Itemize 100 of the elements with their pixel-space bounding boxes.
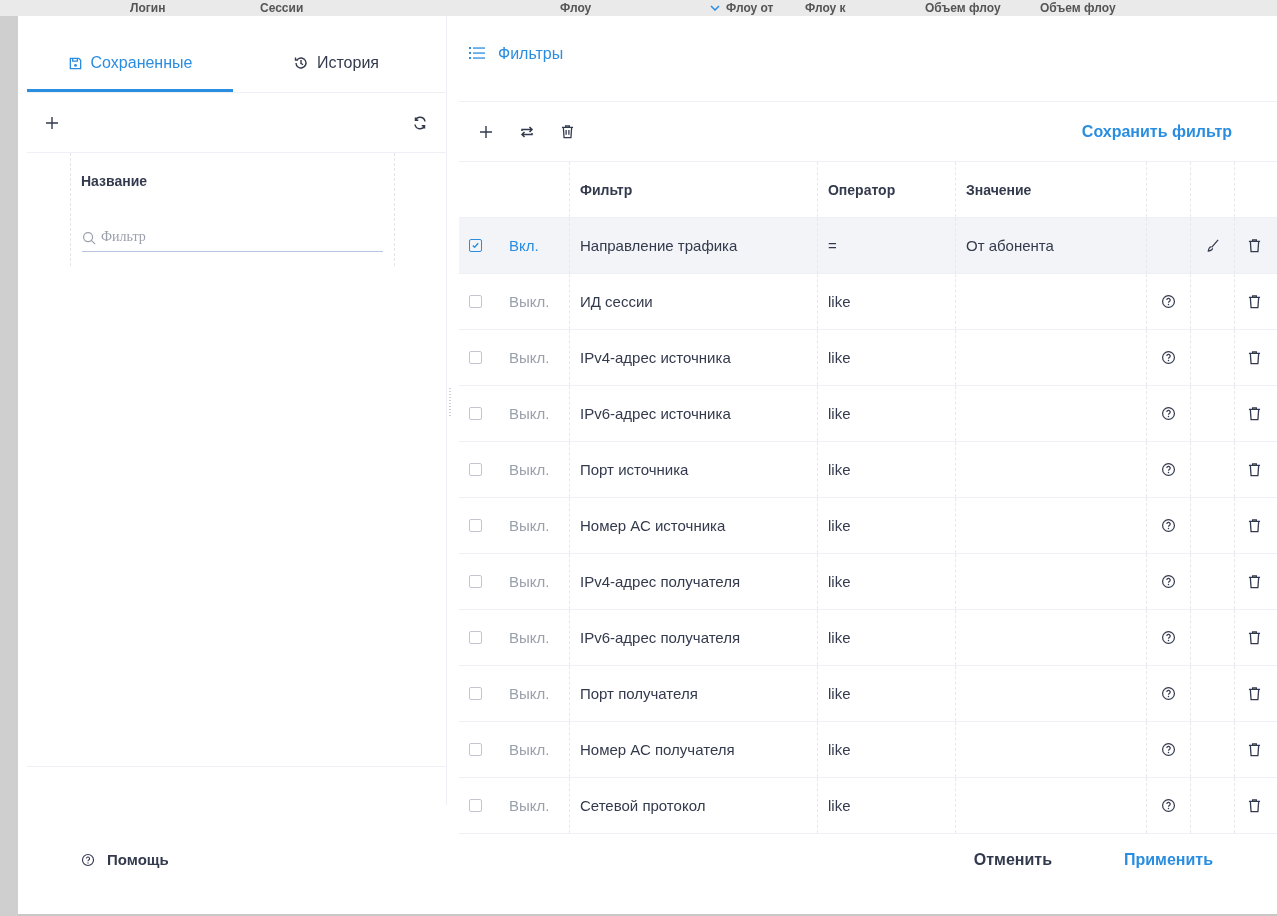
help-icon[interactable]	[1160, 798, 1176, 813]
checkbox[interactable]	[468, 631, 482, 644]
table-row[interactable]: Выкл. IPv6-адрес получателя like	[458, 610, 1277, 666]
checkbox[interactable]	[468, 519, 482, 532]
column-header: Значение	[965, 181, 1032, 198]
table-cell: like	[827, 573, 851, 590]
checkbox[interactable]	[468, 575, 482, 588]
column-header: Фильтр	[579, 181, 633, 198]
status-label: Вкл.	[508, 237, 539, 254]
tab[interactable]: История	[233, 37, 439, 92]
checkbox[interactable]	[468, 687, 482, 700]
column-header: Название	[81, 173, 148, 189]
table-cell: like	[827, 293, 851, 310]
refresh-icon[interactable]	[412, 114, 428, 131]
table-cell: Номер АС источника	[579, 517, 726, 534]
table-cell: like	[827, 517, 851, 534]
help-button[interactable]: Помощь	[81, 851, 169, 868]
chevron-icon	[710, 5, 720, 11]
save-filter-link[interactable]: Сохранить фильтр	[1081, 122, 1259, 141]
trash-icon[interactable]	[1247, 406, 1261, 421]
table-row[interactable]: Выкл. Порт получателя like	[458, 666, 1277, 722]
checkbox[interactable]	[468, 743, 482, 756]
help-icon[interactable]	[1160, 406, 1176, 421]
help-icon[interactable]	[1160, 574, 1176, 589]
table-cell: like	[827, 461, 851, 478]
trash-icon[interactable]	[1247, 742, 1261, 757]
trash-icon[interactable]	[1247, 630, 1261, 645]
table-cell: Сетевой протокол	[579, 797, 706, 814]
help-icon[interactable]	[1160, 518, 1176, 533]
column-header: Оператор	[827, 181, 896, 198]
status-label: Выкл.	[508, 461, 550, 478]
table-cell: =	[827, 237, 837, 254]
checkbox[interactable]	[468, 463, 482, 476]
table-cell: IPv6-адрес источника	[579, 405, 731, 422]
table-row[interactable]: Вкл. Направление трафика = От абонента	[458, 218, 1277, 274]
table-cell: Порт источника	[579, 461, 689, 478]
status-label: Выкл.	[508, 293, 550, 310]
trash-icon[interactable]	[1247, 238, 1261, 253]
plus-icon[interactable]	[478, 124, 493, 139]
table-cell: like	[827, 741, 851, 758]
table-row[interactable]: Выкл. IPv6-адрес источника like	[458, 386, 1277, 442]
status-label: Выкл.	[508, 797, 550, 814]
checkbox[interactable]	[468, 407, 482, 420]
column-header: Логин	[130, 1, 166, 15]
panel-title: Фильтры	[497, 46, 564, 62]
table-cell: ИД сессии	[579, 293, 653, 310]
status-label: Выкл.	[508, 405, 550, 422]
cancel-button[interactable]: Отменить	[973, 850, 1052, 869]
column-header: Флоу к	[805, 1, 846, 15]
table-cell: IPv4-адрес получателя	[579, 573, 741, 590]
trash-icon[interactable]	[1247, 518, 1261, 533]
table-cell: Порт получателя	[579, 685, 698, 702]
column-header: Объем флоу	[1040, 1, 1116, 15]
trash-icon[interactable]	[1247, 462, 1261, 477]
status-label: Выкл.	[508, 685, 550, 702]
column-header: Сессии	[260, 1, 304, 15]
column-header: Флоу	[560, 1, 592, 15]
status-label: Выкл.	[508, 741, 550, 758]
floppy-disk-icon	[67, 55, 83, 71]
help-icon[interactable]	[1160, 742, 1176, 757]
help-icon[interactable]	[1160, 350, 1176, 365]
history-icon	[292, 55, 309, 71]
table-cell: IPv6-адрес получателя	[579, 629, 741, 646]
checkmark-icon	[470, 241, 480, 250]
trash-icon[interactable]	[1247, 798, 1261, 813]
table-cell: От абонента	[965, 237, 1054, 254]
table-row[interactable]: Выкл. Номер АС получателя like	[458, 722, 1277, 778]
status-label: Выкл.	[508, 573, 550, 590]
column-header: Объем флоу	[925, 1, 1001, 15]
column-header: Флоу от	[726, 1, 774, 15]
help-icon[interactable]	[1160, 630, 1176, 645]
help-icon[interactable]	[1160, 686, 1176, 701]
trash-icon[interactable]	[1247, 350, 1261, 365]
table-cell: IPv4-адрес источника	[579, 349, 731, 366]
trash-icon[interactable]	[560, 124, 574, 139]
status-label: Выкл.	[508, 629, 550, 646]
help-icon[interactable]	[1160, 462, 1176, 477]
table-row[interactable]: Выкл. ИД сессии like	[458, 274, 1277, 330]
table-row[interactable]: Выкл. Номер АС источника like	[458, 498, 1277, 554]
table-row[interactable]: Выкл. Сетевой протокол like	[458, 778, 1277, 834]
status-label: Выкл.	[508, 349, 550, 366]
help-icon[interactable]	[1160, 294, 1176, 309]
trash-icon[interactable]	[1247, 574, 1261, 589]
status-label: Выкл.	[508, 517, 550, 534]
table-row[interactable]: Выкл. Порт источника like	[458, 442, 1277, 498]
trash-icon[interactable]	[1247, 686, 1261, 701]
help-icon	[81, 852, 95, 867]
checkbox[interactable]	[468, 351, 482, 364]
tab[interactable]: Сохраненные	[27, 37, 233, 92]
checkbox[interactable]	[468, 295, 482, 308]
table-row[interactable]: Выкл. IPv4-адрес получателя like	[458, 554, 1277, 610]
table-cell: Номер АС получателя	[579, 741, 735, 758]
checkbox[interactable]	[468, 239, 482, 252]
checkbox[interactable]	[468, 799, 482, 812]
table-cell: like	[827, 349, 851, 366]
plus-icon[interactable]	[45, 115, 59, 130]
apply-button[interactable]: Применить	[1124, 850, 1213, 869]
table-cell: like	[827, 685, 851, 702]
table-row[interactable]: Выкл. IPv4-адрес источника like	[458, 330, 1277, 386]
trash-icon[interactable]	[1247, 294, 1261, 309]
